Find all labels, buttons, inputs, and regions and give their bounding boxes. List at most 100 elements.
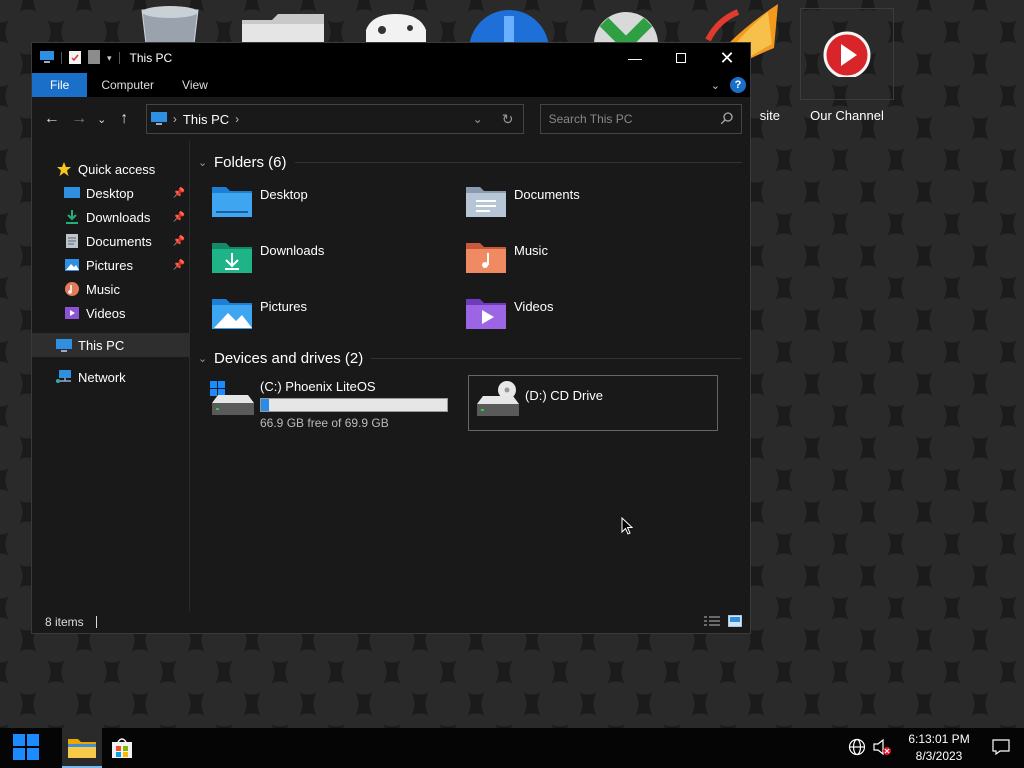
nav-music[interactable]: Music xyxy=(32,277,189,301)
nav-pictures[interactable]: Pictures 📌 xyxy=(32,253,189,277)
expand-ribbon-chevron-icon[interactable]: ⌄ xyxy=(711,79,720,92)
tab-computer[interactable]: Computer xyxy=(87,73,168,97)
store-bag-icon xyxy=(111,736,133,761)
drive-c[interactable]: (C:) Phoenix LiteOS 66.9 GB free of 69.9… xyxy=(210,375,458,431)
group-title: Folders (6) xyxy=(214,153,287,171)
address-path[interactable]: This PC xyxy=(183,112,229,127)
up-arrow-icon[interactable]: ↑ xyxy=(113,107,136,131)
address-bar[interactable]: › This PC › ⌄ ↻ xyxy=(145,104,524,134)
xbox-controller-icon[interactable] xyxy=(360,0,432,44)
title-bar[interactable]: ▾ This PC — ✕ xyxy=(32,43,750,73)
cd-drive-icon xyxy=(475,380,519,420)
videos-folder-icon xyxy=(464,293,508,331)
recycle-bin-icon[interactable] xyxy=(132,0,208,44)
minimize-button[interactable]: — xyxy=(612,43,658,73)
document-icon xyxy=(64,233,80,249)
network-globe-icon[interactable] xyxy=(848,738,866,759)
folder-music[interactable]: Music xyxy=(464,233,718,289)
address-separator-icon[interactable]: › xyxy=(173,112,177,126)
taskbar-file-explorer[interactable] xyxy=(62,728,102,768)
ribbon-tabs: File Computer View ⌄ ? xyxy=(32,73,750,97)
drive-free-space: 66.9 GB free of 69.9 GB xyxy=(260,416,389,430)
drives-group-header[interactable]: ⌄ Devices and drives (2) xyxy=(198,347,742,369)
notification-center-icon[interactable] xyxy=(992,738,1010,758)
this-pc-address-icon xyxy=(150,111,167,128)
search-box[interactable]: Search This PC xyxy=(539,104,743,134)
drives-list: (C:) Phoenix LiteOS 66.9 GB free of 69.9… xyxy=(210,375,742,431)
mouse-cursor-icon xyxy=(621,516,634,538)
folder-label: Downloads xyxy=(260,243,325,258)
app-blue-icon[interactable] xyxy=(466,0,552,44)
taskbar-microsoft-store[interactable] xyxy=(102,728,142,768)
item-count: 8 items xyxy=(45,615,84,629)
windows-logo-icon xyxy=(13,733,39,763)
back-arrow-icon[interactable]: ← xyxy=(40,107,63,131)
divider xyxy=(294,161,742,163)
nav-videos[interactable]: Videos xyxy=(32,301,189,325)
recent-locations-chevron-icon[interactable]: ⌄ xyxy=(95,107,109,131)
folder-pictures[interactable]: Pictures xyxy=(210,289,464,345)
search-placeholder: Search This PC xyxy=(548,112,633,126)
nav-label: Downloads xyxy=(86,209,151,225)
properties-icon[interactable] xyxy=(69,50,81,67)
folder-label: Documents xyxy=(514,187,580,202)
status-bar: 8 items xyxy=(32,611,750,633)
large-icons-view-icon[interactable] xyxy=(727,614,743,630)
nav-label: Quick access xyxy=(78,161,156,177)
folder-label: Music xyxy=(514,243,548,258)
status-separator xyxy=(95,616,97,628)
folders-grid: Desktop Documents Downloads Music Pictur… xyxy=(210,177,742,345)
collapse-chevron-icon[interactable]: ⌄ xyxy=(198,156,208,169)
forward-arrow-icon[interactable]: → xyxy=(67,107,90,131)
details-view-icon[interactable] xyxy=(704,615,720,630)
tab-view[interactable]: View xyxy=(168,73,222,97)
start-button[interactable] xyxy=(6,728,46,768)
nav-this-pc[interactable]: This PC xyxy=(32,333,189,357)
pin-icon: 📌 xyxy=(172,211,185,223)
drive-d[interactable]: (D:) CD Drive xyxy=(468,375,718,431)
close-button[interactable]: ✕ xyxy=(704,43,750,73)
volume-muted-icon[interactable] xyxy=(872,738,892,759)
folder-shortcut-icon[interactable] xyxy=(238,0,328,44)
xbox-icon[interactable] xyxy=(586,0,666,44)
pin-icon: 📌 xyxy=(172,187,185,199)
refresh-icon[interactable]: ↻ xyxy=(493,105,523,133)
pin-icon: 📌 xyxy=(172,259,185,271)
maximize-button[interactable] xyxy=(658,43,704,73)
folder-documents[interactable]: Documents xyxy=(464,177,718,233)
desktop-icon xyxy=(64,185,80,201)
nav-downloads[interactable]: Downloads 📌 xyxy=(32,205,189,229)
tab-file[interactable]: File xyxy=(32,73,88,97)
our-channel-desktop-icon[interactable] xyxy=(800,8,894,100)
nav-network[interactable]: Network xyxy=(32,365,189,389)
pin-icon: 📌 xyxy=(172,235,185,247)
play-button-icon xyxy=(819,27,875,79)
our-channel-label-wrap: Our Channel xyxy=(800,108,894,123)
picture-icon xyxy=(64,257,80,273)
address-separator-icon[interactable]: › xyxy=(235,112,239,126)
file-explorer-window[interactable]: ▾ This PC — ✕ File Computer View ⌄ ? ← →… xyxy=(31,42,751,634)
search-icon xyxy=(720,111,733,127)
clock[interactable]: 6:13:01 PM 8/3/2023 xyxy=(900,731,978,765)
website-label: site xyxy=(759,108,780,123)
folder-label: Pictures xyxy=(260,299,307,314)
folder-desktop[interactable]: Desktop xyxy=(210,177,464,233)
folder-videos[interactable]: Videos xyxy=(464,289,718,345)
collapse-chevron-icon[interactable]: ⌄ xyxy=(198,352,208,365)
address-history-chevron-icon[interactable]: ⌄ xyxy=(463,105,493,133)
desktop-folder-icon xyxy=(210,181,254,219)
folder-downloads[interactable]: Downloads xyxy=(210,233,464,289)
nav-quick-access[interactable]: Quick access xyxy=(32,157,189,181)
nav-documents[interactable]: Documents 📌 xyxy=(32,229,189,253)
new-folder-icon[interactable] xyxy=(88,49,100,67)
quick-access-toolbar: ▾ xyxy=(40,49,120,67)
music-folder-icon xyxy=(464,237,508,275)
customize-toolbar-chevron-icon[interactable]: ▾ xyxy=(107,53,112,64)
windows-drive-icon xyxy=(210,379,254,419)
nav-label: This PC xyxy=(78,337,125,353)
folders-group-header[interactable]: ⌄ Folders (6) xyxy=(198,151,742,173)
clock-time: 6:13:01 PM xyxy=(908,732,970,746)
help-icon[interactable]: ? xyxy=(730,77,746,93)
nav-desktop[interactable]: Desktop 📌 xyxy=(32,181,189,205)
nav-label: Documents xyxy=(86,233,152,249)
